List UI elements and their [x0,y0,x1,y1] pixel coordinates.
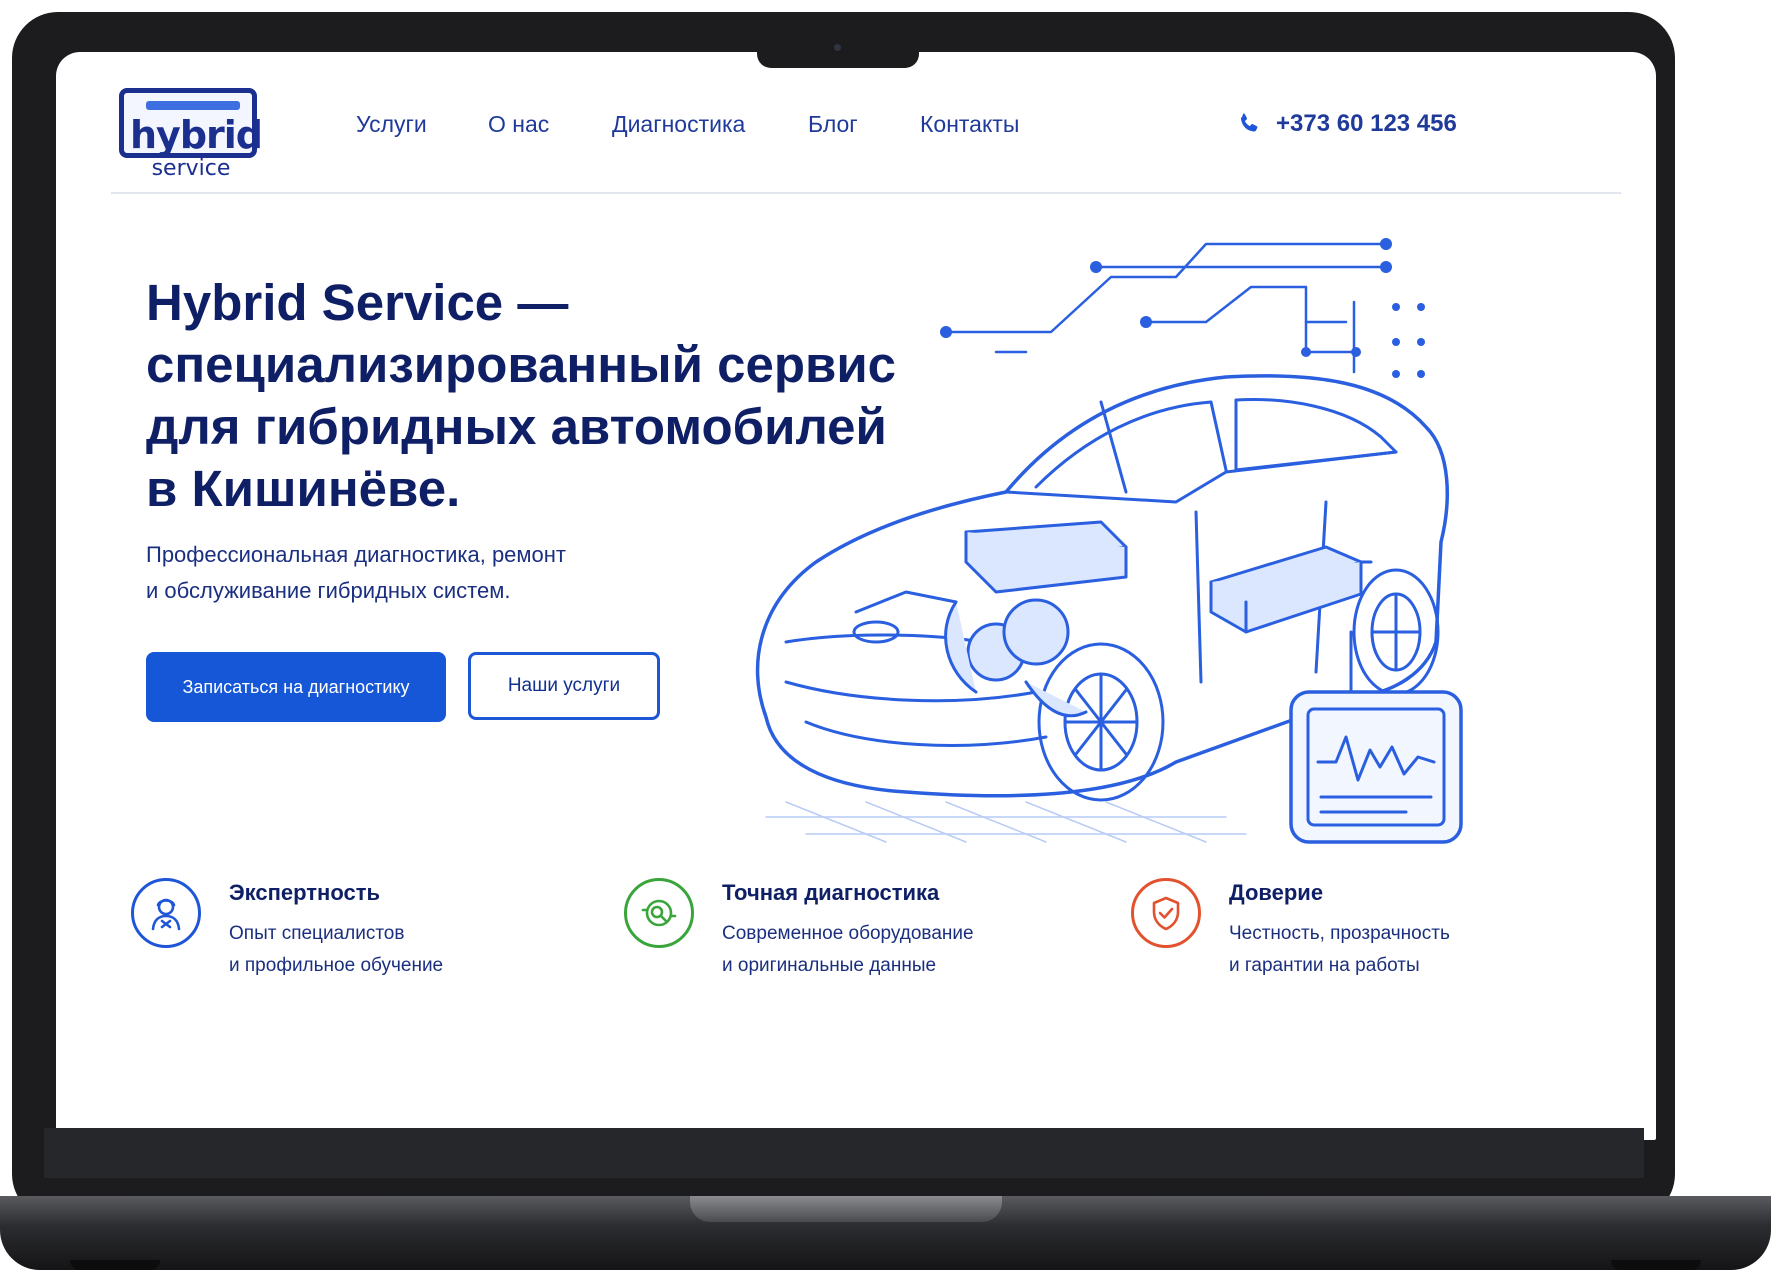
logo-battery-bar [146,101,240,110]
feature-text: Современное оборудование и оригинальные … [722,918,1052,982]
nav-item-blog[interactable]: Блог [808,104,858,144]
logo-badge: hybrid [119,88,263,158]
circuit-nodes [940,238,1425,378]
feature-text-line: Честность, прозрачность [1229,923,1450,944]
our-services-button[interactable]: Наши услуги [468,652,660,720]
phone-icon [1240,113,1258,132]
laptop-lid-opening [690,1196,1002,1222]
phone-link[interactable]: +373 60 123 456 [1236,104,1457,144]
shield-check-icon [1131,878,1201,948]
engine-block [944,520,1128,718]
nav-item-contacts[interactable]: Контакты [920,104,1019,144]
laptop-screen: hybrid service Услуги О нас Диагностика … [56,52,1656,1140]
webcam-icon [834,44,841,51]
diagnostics-icon [624,878,694,948]
header-divider [111,192,1621,194]
feature-text-line: Опыт специалистов [229,923,405,944]
hybrid-battery [1209,545,1363,634]
feature-text: Честность, прозрачность и гарантии на ра… [1229,918,1559,982]
floor-grid [765,801,1247,843]
laptop-bezel: hybrid service Услуги О нас Диагностика … [12,12,1675,1220]
mechanic-icon-glyph [151,898,181,931]
phone-number: +373 60 123 456 [1276,110,1457,137]
feature-title: Доверие [1229,880,1324,905]
feature-title: Экспертность [229,880,381,905]
hero-subtitle-line: Профессиональная диагностика, ремонт [146,542,566,567]
feature-title: Точная диагностика [722,880,940,905]
mechanic-icon [131,878,201,948]
logo-subtitle: service [151,156,231,181]
camera-notch [757,34,919,68]
shield-check-icon-glyph [1152,896,1180,931]
laptop-foot [1611,1260,1701,1270]
nav-item-diagnostics[interactable]: Диагностика [612,104,745,144]
screen-chin [44,1128,1644,1178]
hybrid-car-illustration [755,238,1463,844]
feature-text: Опыт специалистов и профильное обучение [229,918,559,982]
feature-text-line: и оригинальные данные [722,955,937,976]
nav-item-about[interactable]: О нас [488,104,549,144]
hero-subtitle-line: и обслуживание гибридных систем. [146,578,511,603]
laptop-foot [70,1260,160,1270]
feature-text-line: и профильное обучение [229,955,444,976]
feature-text-line: и гарантии на работы [1229,955,1420,976]
hero-subtitle: Профессиональная диагностика, ремонт и о… [146,537,706,609]
book-diagnostics-button[interactable]: Записаться на диагностику [146,652,446,722]
diagnostics-icon-glyph [641,899,677,927]
nav-item-services[interactable]: Услуги [356,104,427,144]
feature-text-line: Современное оборудование [722,923,974,944]
logo-word: hybrid [130,113,263,157]
circuit-lines [944,242,1388,374]
brand-logo[interactable]: hybrid service [111,74,266,182]
